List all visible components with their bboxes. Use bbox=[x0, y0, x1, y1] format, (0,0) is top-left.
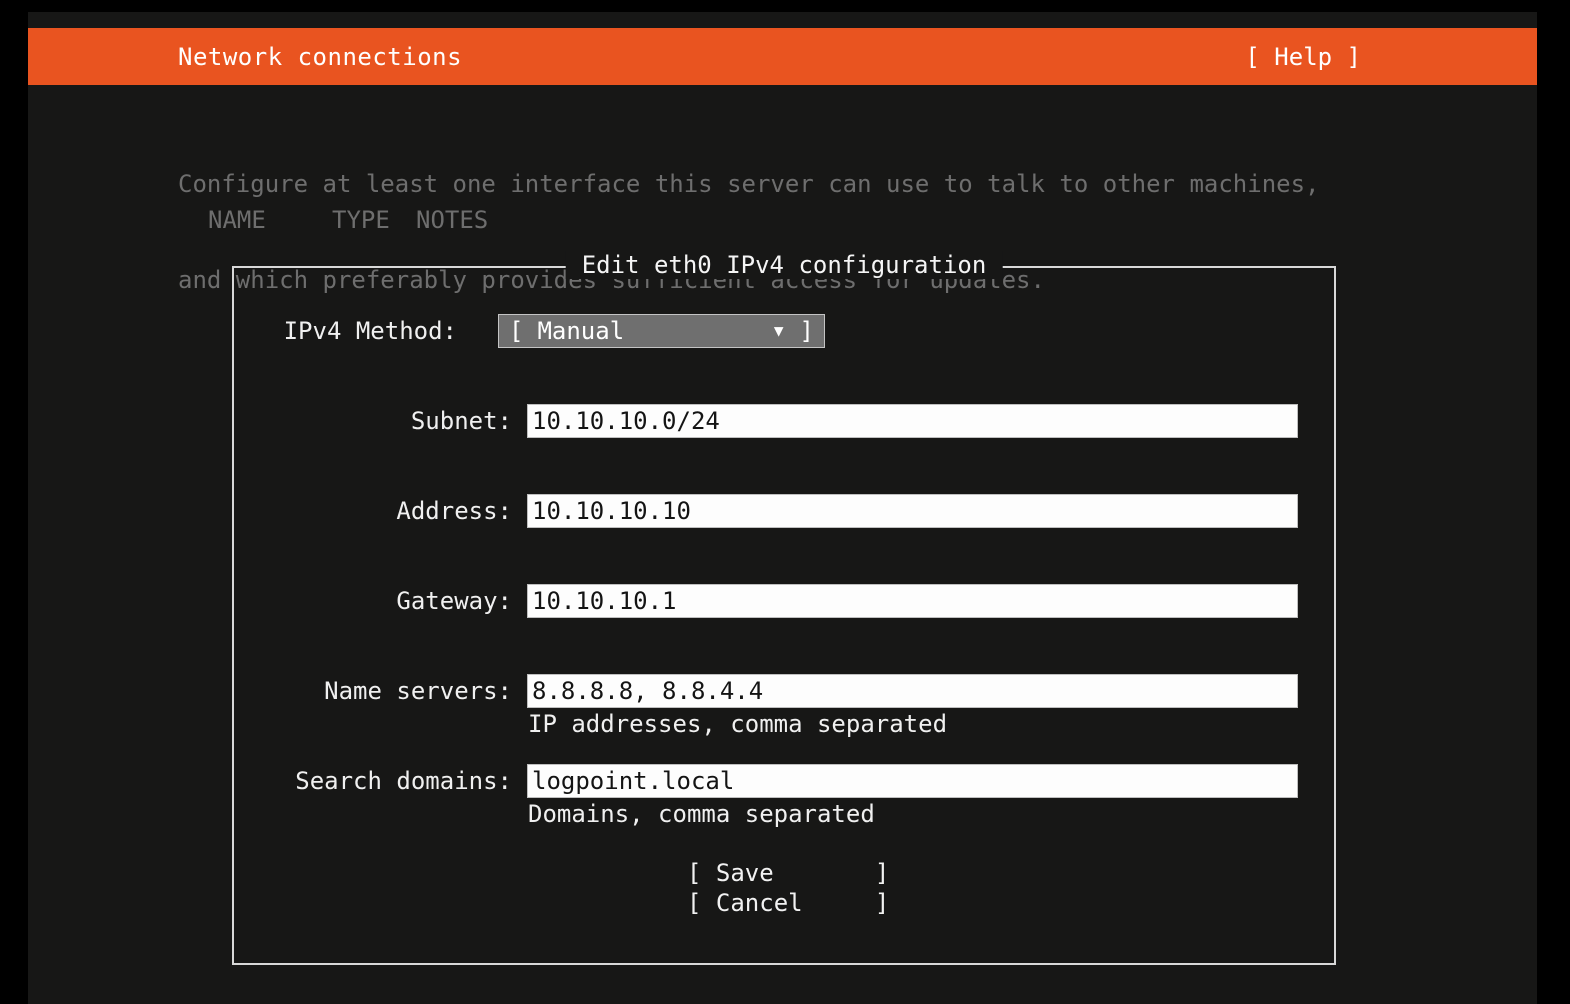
name-servers-helper: IP addresses, comma separated bbox=[528, 710, 947, 738]
title-bar: Network connections [ Help ] bbox=[28, 28, 1537, 85]
field-label-subnet: Subnet: bbox=[234, 404, 512, 438]
help-button[interactable]: [ Help ] bbox=[1239, 42, 1367, 72]
field-label-gateway: Gateway: bbox=[234, 584, 512, 618]
search-domains-helper: Domains, comma separated bbox=[528, 800, 875, 828]
edit-ipv4-dialog: Edit eth0 IPv4 configuration IPv4 Method… bbox=[232, 266, 1336, 965]
column-header-type: TYPE bbox=[332, 206, 390, 234]
name-servers-input[interactable] bbox=[528, 675, 1297, 707]
gateway-input[interactable] bbox=[528, 585, 1297, 617]
intro-line-1: Configure at least one interface this se… bbox=[178, 168, 1320, 200]
dropdown-selected-value: Manual bbox=[537, 317, 624, 345]
field-label-address: Address: bbox=[234, 494, 512, 528]
cancel-button[interactable]: [ Cancel ] bbox=[687, 888, 889, 918]
search-domains-input[interactable] bbox=[528, 765, 1297, 797]
address-input[interactable] bbox=[528, 495, 1297, 527]
installer-screen: Network connections [ Help ] Configure a… bbox=[28, 12, 1537, 1004]
column-header-notes: NOTES bbox=[416, 206, 488, 234]
screen-title: Network connections bbox=[178, 43, 462, 71]
ipv4-method-dropdown[interactable]: [ Manual ▼ ] bbox=[498, 314, 825, 348]
dropdown-close-bracket: ] bbox=[800, 317, 814, 345]
field-label-name-servers: Name servers: bbox=[234, 674, 512, 708]
dropdown-open-bracket: [ bbox=[509, 317, 523, 345]
chevron-down-icon: ▼ bbox=[774, 323, 784, 339]
field-label-ipv4-method: IPv4 Method: bbox=[234, 314, 457, 348]
field-label-search-domains: Search domains: bbox=[234, 764, 512, 798]
column-header-name: NAME bbox=[208, 206, 266, 234]
save-button[interactable]: [ Save ] bbox=[687, 858, 889, 888]
subnet-input[interactable] bbox=[528, 405, 1297, 437]
dialog-title: Edit eth0 IPv4 configuration bbox=[566, 251, 1003, 279]
